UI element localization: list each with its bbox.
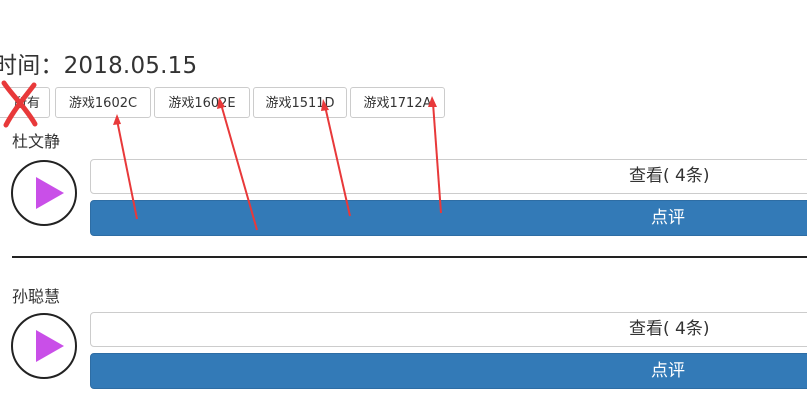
comment-button[interactable]: 点评 (90, 353, 807, 389)
student-name: 杜文静 (12, 132, 61, 151)
view-button[interactable]: 查看( 4条) (90, 159, 807, 194)
comment-button-label: 点评 (651, 361, 685, 381)
view-button-label: 查看( 4条) (629, 319, 710, 339)
play-button[interactable] (11, 160, 77, 226)
student-name: 孙聪慧 (12, 287, 61, 306)
play-button[interactable] (11, 313, 77, 379)
comment-button-label: 点评 (651, 208, 685, 228)
filter-button-1511d[interactable]: 游戏1511D (253, 87, 347, 118)
view-button[interactable]: 查看( 4条) (90, 312, 807, 347)
filter-button-1602e[interactable]: 游戏1602E (154, 87, 250, 118)
filter-button-all[interactable]: 所有 (0, 87, 50, 118)
filter-button-1602c[interactable]: 游戏1602C (55, 87, 151, 118)
comment-button[interactable]: 点评 (90, 200, 807, 236)
view-button-label: 查看( 4条) (629, 166, 710, 186)
date-title: 时间：2018.05.15 (0, 53, 198, 79)
play-icon (36, 177, 64, 209)
filter-button-1712a[interactable]: 游戏1712A (350, 87, 445, 118)
play-icon (36, 330, 64, 362)
divider (12, 256, 807, 258)
